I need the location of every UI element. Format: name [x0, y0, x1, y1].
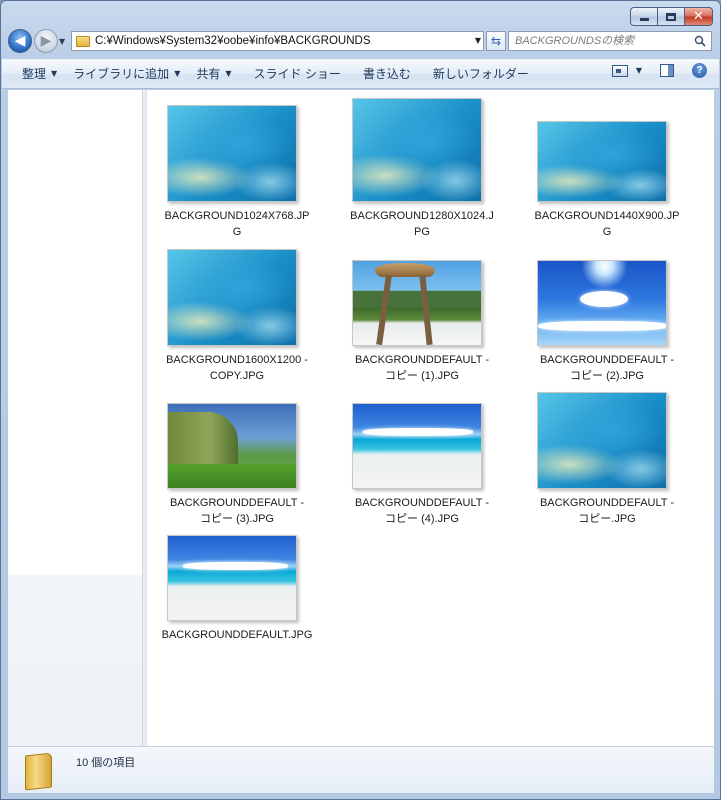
file-item[interactable]: BACKGROUNDDEFAULT - コピー (2).JPG [517, 242, 697, 387]
minimize-button[interactable] [630, 7, 657, 26]
file-view[interactable]: BACKGROUND1024X768.JP G BACKGROUND1280X1… [146, 90, 714, 746]
burn-label: 書き込む [362, 67, 411, 81]
new-folder-label: 新しいフォルダー [432, 67, 529, 81]
organize-menu[interactable]: 整理 ▼ [14, 62, 65, 86]
hut-roof-decoration [375, 263, 435, 277]
view-options-dropdown-icon[interactable]: ▼ [636, 66, 642, 75]
navigation-pane[interactable] [8, 90, 142, 746]
search-icon[interactable] [694, 35, 706, 47]
maximize-icon [666, 12, 676, 21]
search-input[interactable] [509, 32, 689, 50]
slideshow-button[interactable]: スライド ショー [240, 62, 349, 86]
file-thumbnail[interactable] [167, 403, 297, 489]
minimize-icon [639, 18, 649, 21]
file-item[interactable]: BACKGROUND1024X768.JP G [147, 90, 327, 240]
help-icon[interactable]: ? [692, 63, 707, 78]
help-label: ? [696, 65, 703, 76]
chevron-down-icon: ▼ [225, 69, 232, 78]
folder-icon [76, 35, 90, 47]
file-thumbnail[interactable] [352, 260, 482, 346]
maximize-button[interactable] [657, 7, 684, 26]
folder-icon [25, 752, 52, 791]
file-thumbnail[interactable] [167, 249, 297, 346]
address-bar[interactable]: C:¥Windows¥System32¥oobe¥info¥BACKGROUND… [71, 31, 484, 51]
new-folder-button[interactable]: 新しいフォルダー [419, 62, 537, 86]
cloud-decoration [538, 321, 666, 331]
change-view-icon[interactable] [611, 64, 628, 77]
file-name: BACKGROUNDDEFAULT - コピー (1).JPG [354, 354, 490, 382]
file-thumbnail[interactable] [352, 98, 482, 202]
file-name: BACKGROUNDDEFAULT.JPG [161, 629, 313, 641]
file-item[interactable]: BACKGROUND1280X1024.J PG [332, 90, 512, 240]
close-button[interactable]: ✕ [684, 7, 713, 26]
file-thumbnail[interactable] [352, 403, 482, 489]
file-name: BACKGROUND1440X900.JP G [534, 210, 680, 238]
file-name: BACKGROUND1600X1200 - COPY.JPG [166, 354, 308, 382]
back-button[interactable]: ◀ [8, 29, 32, 53]
preview-pane-icon[interactable] [660, 64, 674, 77]
file-item[interactable]: BACKGROUND1600X1200 - COPY.JPG [147, 242, 327, 387]
item-count: 10 個の項目 [76, 757, 136, 769]
cloud-decoration [363, 428, 473, 436]
search-box[interactable] [508, 31, 712, 51]
file-name: BACKGROUND1024X768.JP G [164, 210, 310, 238]
file-item[interactable]: BACKGROUND1440X900.JP G [517, 90, 697, 240]
back-arrow-icon: ◀ [14, 33, 26, 49]
address-dropdown-icon[interactable]: ▼ [475, 36, 481, 45]
file-thumbnail[interactable] [537, 121, 667, 202]
share-menu[interactable]: 共有 ▼ [188, 62, 239, 86]
file-thumbnail[interactable] [167, 535, 297, 621]
chevron-down-icon: ▼ [51, 69, 58, 78]
add-to-library-menu[interactable]: ライブラリに追加 ▼ [65, 62, 188, 86]
recent-pages-dropdown-icon[interactable]: ▼ [59, 37, 65, 46]
file-name: BACKGROUNDDEFAULT - コピー (4).JPG [354, 497, 490, 525]
refresh-button[interactable]: ⇆ [486, 31, 506, 51]
slideshow-label: スライド ショー [253, 67, 341, 81]
command-bar: 整理 ▼ ライブラリに追加 ▼ 共有 ▼ スライド ショー 書き込む 新しいフォルダー… [2, 59, 719, 89]
file-name: BACKGROUND1280X1024.J PG [350, 210, 494, 238]
command-bar-right: ▼ ? [611, 63, 707, 78]
explorer-window: ✕ ◀ ▶ ▼ C:¥Windows¥System32¥oobe¥info¥BA… [0, 0, 721, 800]
hut-leg-decoration [419, 274, 433, 345]
file-item[interactable]: BACKGROUNDDEFAULT - コピー.JPG [517, 388, 697, 533]
details-pane: 10 個の項目 [8, 746, 714, 793]
address-path[interactable]: C:¥Windows¥System32¥oobe¥info¥BACKGROUND… [95, 35, 370, 47]
file-name: BACKGROUNDDEFAULT - コピー (3).JPG [169, 497, 305, 525]
navigation-bar: ◀ ▶ ▼ C:¥Windows¥System32¥oobe¥info¥BACK… [8, 29, 712, 53]
chevron-down-icon: ▼ [174, 69, 181, 78]
forward-arrow-icon: ▶ [40, 33, 52, 49]
navigation-tree[interactable] [8, 90, 142, 574]
share-label: 共有 [196, 67, 221, 81]
refresh-icon: ⇆ [490, 34, 502, 48]
grass-decoration [168, 464, 296, 488]
file-name: BACKGROUNDDEFAULT - コピー.JPG [539, 497, 675, 525]
burn-button[interactable]: 書き込む [349, 62, 419, 86]
cloud-decoration [183, 562, 288, 570]
file-item[interactable]: BACKGROUNDDEFAULT - コピー (3).JPG [147, 388, 327, 533]
file-thumbnail[interactable] [537, 260, 667, 346]
hut-leg-decoration [376, 274, 392, 345]
add-to-library-label: ライブラリに追加 [73, 67, 170, 81]
close-icon: ✕ [693, 9, 704, 24]
file-item[interactable]: BACKGROUNDDEFAULT - コピー (4).JPG [332, 388, 512, 533]
file-name: BACKGROUNDDEFAULT - コピー (2).JPG [539, 354, 675, 382]
caption-buttons: ✕ [630, 7, 713, 26]
file-item[interactable]: BACKGROUNDDEFAULT.JPG [147, 528, 327, 648]
forward-button[interactable]: ▶ [34, 29, 58, 53]
file-thumbnail[interactable] [167, 105, 297, 202]
file-item[interactable]: BACKGROUNDDEFAULT - コピー (1).JPG [332, 242, 512, 387]
file-thumbnail[interactable] [537, 392, 667, 489]
cloud-decoration [580, 291, 628, 307]
organize-label: 整理 [22, 67, 47, 81]
